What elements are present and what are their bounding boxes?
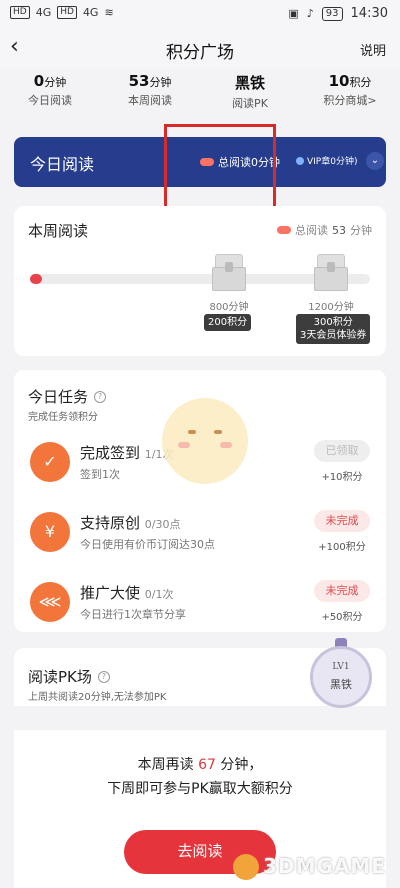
stat-label: 本周阅读: [128, 94, 172, 107]
weekly-total: 总阅读 53 分钟: [277, 222, 372, 238]
help-link[interactable]: 说明: [360, 40, 386, 59]
stat-points-mall[interactable]: 10积分 积分商城>: [300, 72, 400, 128]
watermark-text: 3DMGAME: [263, 853, 386, 878]
weekly-title: 本周阅读: [28, 222, 89, 240]
task-name: 支持原创 0/30点: [80, 512, 181, 533]
stat-value: 10积分: [328, 72, 372, 90]
mascot-image: [162, 398, 248, 484]
page-title: 积分广场: [166, 43, 234, 63]
yen-icon: ¥: [30, 512, 70, 552]
weekly-total-suffix: 分钟: [350, 224, 372, 237]
vip-reading-label: VIP章0分钟): [307, 157, 358, 167]
nfc-icon: ▣: [288, 7, 299, 20]
badge-rank: 黑铁: [330, 678, 352, 691]
task-reward: +100积分: [318, 542, 366, 553]
stat-reading-pk[interactable]: 黑铁 阅读PK: [200, 72, 300, 128]
signal-hd-icon-2: HD: [57, 6, 77, 19]
task-status-button[interactable]: 已领取: [314, 440, 370, 462]
weekly-total-value: 53: [332, 223, 346, 237]
clock: 14:30: [350, 6, 388, 21]
stat-label: 今日阅读: [28, 94, 72, 107]
task-status-button[interactable]: 未完成: [314, 510, 370, 532]
pk-msg-prefix: 本周再读: [137, 757, 199, 773]
pk-message-line2: 下周即可参与PK赢取大额积分: [107, 781, 293, 797]
treasure-chest-icon[interactable]: [314, 254, 348, 292]
tasks-title: 今日任务 ?: [28, 386, 107, 407]
task-name: 推广大使 0/1次: [80, 582, 174, 603]
signal-4g-label: 4G: [35, 6, 52, 19]
task-name: 完成签到 1/1次: [80, 442, 174, 463]
annotation-highlight-box: [164, 124, 276, 216]
rank-badge-icon: LV1 黑铁: [304, 638, 378, 722]
milestone-reward: 300积分 3天会员体验券: [296, 314, 371, 344]
stats-row: 0分钟 今日阅读 53分钟 本周阅读 黑铁 阅读PK 10积分 积分商城>: [0, 72, 400, 128]
stat-value: 0分钟: [33, 72, 67, 90]
treasure-chest-icon[interactable]: [212, 254, 246, 292]
share-icon: ⋘: [30, 582, 70, 622]
task-reward: +10积分: [321, 472, 363, 483]
watermark-logo: 3DMGAME: [233, 853, 386, 880]
task-name-text: 推广大使: [80, 584, 141, 602]
pk-message-line1: 本周再读 67 分钟，: [14, 754, 386, 774]
task-status-button[interactable]: 未完成: [314, 580, 370, 602]
question-icon[interactable]: ?: [94, 390, 107, 403]
stat-label: 阅读PK: [232, 97, 268, 110]
signal-hd-icon: HD: [10, 6, 30, 19]
battery-icon: 93: [321, 6, 343, 21]
milestone-minutes: 800分钟: [209, 302, 249, 313]
tasks-subtitle: 完成任务领积分: [28, 412, 98, 423]
watermark-logo-icon: [233, 854, 260, 880]
wifi-icon: ≋: [104, 6, 114, 19]
tasks-title-text: 今日任务: [28, 388, 89, 406]
milestone-reward-extra: 3天会员体验券: [300, 330, 367, 341]
stat-week-reading: 53分钟 本周阅读: [100, 72, 200, 128]
task-desc: 签到1次: [80, 468, 120, 481]
vip-reading: VIP章0分钟): [296, 154, 357, 167]
stat-value: 黑铁: [234, 74, 265, 92]
weekly-reading-card: 本周阅读 总阅读 53 分钟 800分钟 200积分 1200分钟 300积分 3天…: [14, 206, 386, 356]
task-desc: 今日使用有价币订阅达30点: [80, 538, 215, 551]
stat-today-reading: 0分钟 今日阅读: [0, 72, 100, 128]
pk-msg-number: 67: [198, 757, 216, 773]
today-reading-title: 今日阅读: [30, 155, 95, 174]
weekly-progress-fill: [30, 274, 42, 284]
task-name-text: 完成签到: [80, 444, 141, 462]
signal-4g-label-2: 4G: [82, 6, 99, 19]
task-desc: 今日进行1次章节分享: [80, 608, 186, 621]
task-item: ¥ 支持原创 0/30点 今日使用有价币订阅达30点 未完成 +100积分: [14, 506, 386, 566]
task-progress: 0/30点: [144, 518, 181, 531]
status-bar: HD 4G HD 4G ≋ ▣ ♪ 93 14:30: [0, 0, 400, 28]
legend-dot-icon: [277, 226, 291, 234]
task-item: ⋘ 推广大使 0/1次 今日进行1次章节分享 未完成 +50积分: [14, 576, 386, 636]
pk-title: 阅读PK场 ?: [28, 666, 110, 687]
badge-level: LV1: [332, 662, 350, 672]
calendar-icon: ✓: [30, 442, 70, 482]
chevron-down-icon[interactable]: ⌄: [366, 152, 384, 170]
weekly-total-prefix: 总阅读: [295, 224, 328, 237]
pk-subtitle: 上周共阅读20分钟,无法参加PK: [28, 692, 167, 703]
pk-msg-suffix: 分钟，: [215, 757, 263, 773]
task-name-text: 支持原创: [80, 514, 141, 532]
pk-title-text: 阅读PK场: [28, 668, 92, 686]
task-progress: 0/1次: [144, 588, 174, 601]
task-reward: +50积分: [321, 612, 363, 623]
milestone-reward-points: 300积分: [313, 317, 353, 328]
mute-icon: ♪: [306, 7, 314, 20]
question-icon[interactable]: ?: [97, 670, 110, 683]
legend-dot-icon: [296, 156, 304, 165]
nav-bar: ‹ 积分广场 说明: [0, 28, 400, 68]
milestone-reward: 200积分: [204, 314, 252, 331]
stat-label: 积分商城>: [323, 94, 377, 107]
milestone-minutes: 1200分钟: [308, 302, 354, 313]
stat-value: 53分钟: [128, 72, 172, 90]
